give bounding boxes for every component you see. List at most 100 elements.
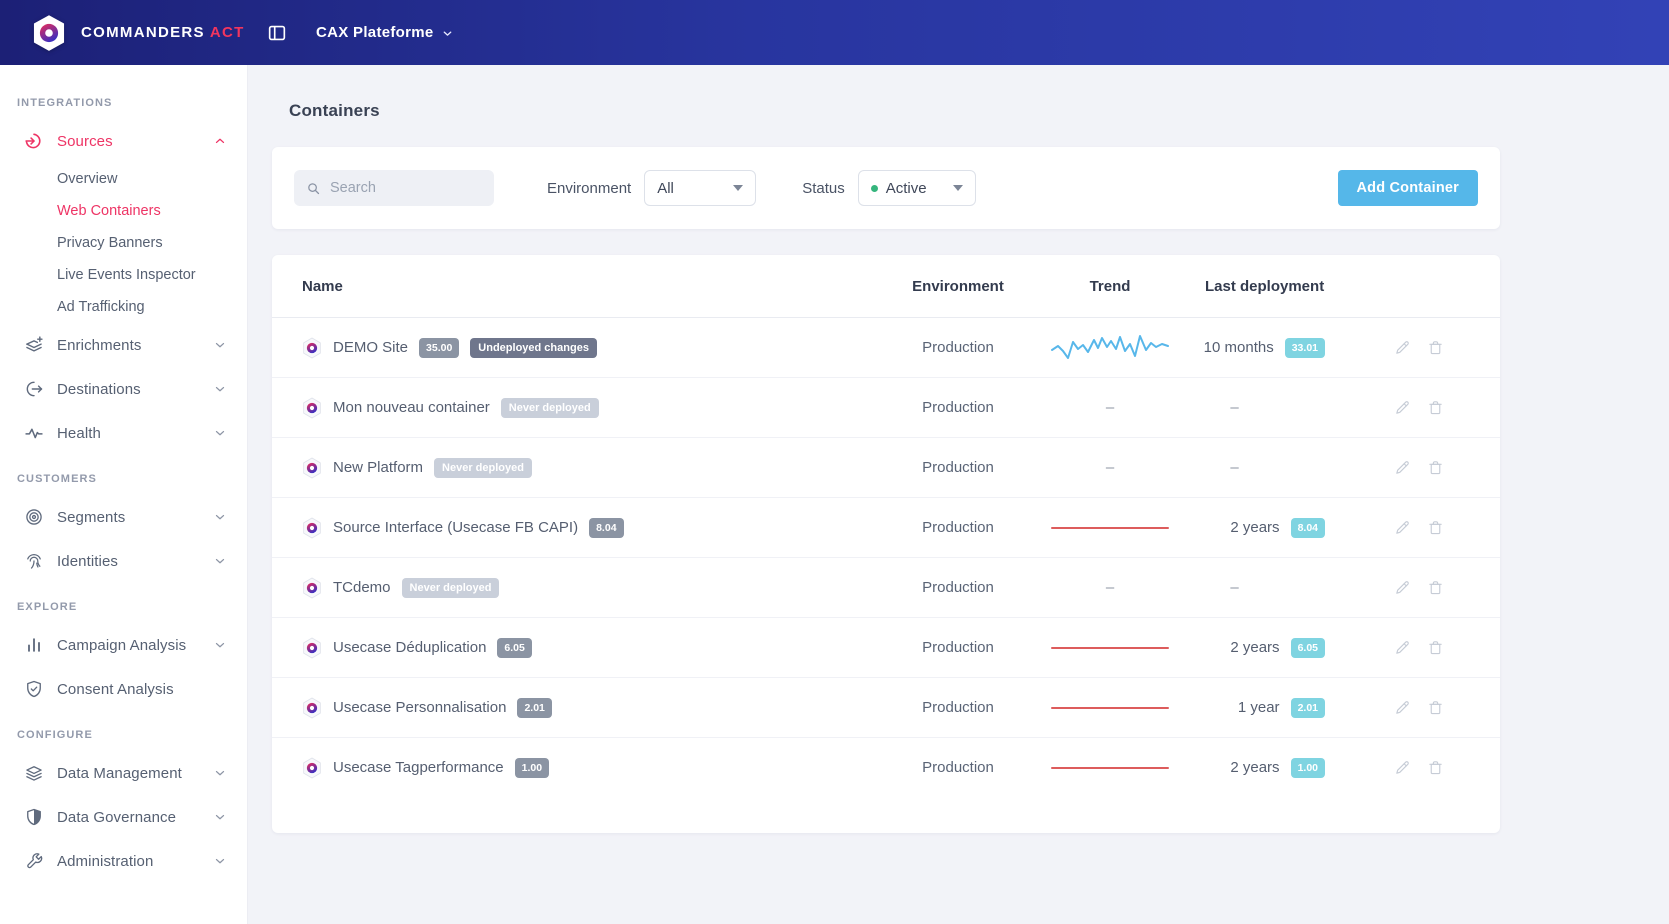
container-name-cell[interactable]: Usecase Déduplication6.05 [302,637,873,659]
last-deployment-age: 2 years [1230,519,1279,536]
search-input[interactable] [330,180,482,196]
sidebar-subitem-overview[interactable]: Overview [0,163,247,195]
sidebar-item-segments[interactable]: Segments [0,495,247,539]
sidebar-item-identities[interactable]: Identities [0,539,247,583]
edit-pencil-icon[interactable] [1394,579,1411,596]
add-container-button[interactable]: Add Container [1338,170,1479,206]
container-name-cell[interactable]: Source Interface (Usecase FB CAPI)8.04 [302,517,873,539]
sidebar-subitem-privacy-banners[interactable]: Privacy Banners [0,227,247,259]
table-header: Name Environment Trend Last deployment [272,255,1500,317]
sidebar-item-data-governance[interactable]: Data Governance [0,795,247,839]
workspace-selector[interactable]: CAX Plateforme [316,24,454,41]
row-actions [1332,579,1470,596]
sidebar-item-administration[interactable]: Administration [0,839,247,883]
chevron-down-icon [213,554,227,568]
empty-dash: – [1230,579,1238,596]
edit-pencil-icon[interactable] [1394,759,1411,776]
environment-cell: Production [873,759,1043,776]
sidebar-item-data-management[interactable]: Data Management [0,751,247,795]
page-title: Containers [289,101,1669,121]
container-name: DEMO Site [333,339,408,356]
sidebar-toggle-icon[interactable] [266,22,288,44]
last-deployment-cell: – [1177,399,1332,416]
container-hexagon-icon [302,337,322,359]
edit-pencil-icon[interactable] [1394,519,1411,536]
table-row: New PlatformNever deployedProduction–– [272,437,1500,497]
delete-trash-icon[interactable] [1427,399,1444,416]
sidebar-item-health[interactable]: Health [0,411,247,455]
row-actions [1332,759,1470,776]
container-name-cell[interactable]: Usecase Personnalisation2.01 [302,697,873,719]
container-name-cell[interactable]: DEMO Site35.00Undeployed changes [302,337,873,359]
environment-cell: Production [873,399,1043,416]
sidebar-item-enrichments[interactable]: Enrichments [0,323,247,367]
edit-pencil-icon[interactable] [1394,639,1411,656]
table-body: DEMO Site35.00Undeployed changes Producti… [272,317,1500,797]
commanders-act-logo-icon [30,14,68,52]
deployed-version-badge: 33.01 [1285,338,1325,358]
container-name-cell[interactable]: New PlatformNever deployed [302,457,873,479]
edit-pencil-icon[interactable] [1394,699,1411,716]
search-icon [306,181,321,196]
sidebar-section-label: INTEGRATIONS [0,79,247,119]
status-select[interactable]: Active [858,170,976,206]
delete-trash-icon[interactable] [1427,579,1444,596]
last-deployment-cell: 1 year2.01 [1177,698,1332,718]
sidebar-item-campaign-analysis[interactable]: Campaign Analysis [0,623,247,667]
trend-empty: – [1043,399,1177,416]
table-row: Mon nouveau containerNever deployedProdu… [272,377,1500,437]
chevron-down-icon [213,426,227,440]
empty-dash: – [1106,579,1114,596]
delete-trash-icon[interactable] [1427,699,1444,716]
sidebar-item-consent-analysis[interactable]: Consent Analysis [0,667,247,711]
select-arrow-icon [953,185,963,191]
table-row: Usecase Tagperformance1.00Production 2 ye… [272,737,1500,797]
trend-empty: – [1043,579,1177,596]
environment-cell: Production [873,699,1043,716]
delete-trash-icon[interactable] [1427,759,1444,776]
top-header: COMMANDERSACT CAX Plateforme [0,0,1669,65]
delete-trash-icon[interactable] [1427,339,1444,356]
table-row: DEMO Site35.00Undeployed changesProducti… [272,317,1500,377]
last-deployment-age: 1 year [1238,699,1280,716]
environment-cell: Production [873,579,1043,596]
delete-trash-icon[interactable] [1427,519,1444,536]
sidebar-subitem-live-events-inspector[interactable]: Live Events Inspector [0,259,247,291]
container-hexagon-icon [302,457,322,479]
sidebar: INTEGRATIONSSourcesOverviewWeb Container… [0,65,248,924]
deployment-status-badge: Never deployed [501,398,599,418]
container-name: Source Interface (Usecase FB CAPI) [333,519,578,536]
container-name-cell[interactable]: Usecase Tagperformance1.00 [302,757,873,779]
edit-pencil-icon[interactable] [1394,399,1411,416]
sidebar-item-label: Data Management [57,765,213,782]
last-deployment-cell: 2 years1.00 [1177,758,1332,778]
search-box[interactable] [294,170,494,206]
filter-bar: Environment All Status Active Add Contai… [272,147,1500,229]
row-actions [1332,639,1470,656]
column-header-name: Name [302,278,873,295]
sidebar-subitem-ad-trafficking[interactable]: Ad Trafficking [0,291,247,323]
delete-trash-icon[interactable] [1427,639,1444,656]
table-row: Source Interface (Usecase FB CAPI)8.04Pr… [272,497,1500,557]
deployed-version-badge: 1.00 [1291,758,1325,778]
container-name-cell[interactable]: TCdemoNever deployed [302,577,873,599]
container-name-cell[interactable]: Mon nouveau containerNever deployed [302,397,873,419]
chevron-down-icon [213,338,227,352]
select-arrow-icon [733,185,743,191]
delete-trash-icon[interactable] [1427,459,1444,476]
environment-select[interactable]: All [644,170,756,206]
sidebar-item-sources[interactable]: Sources [0,119,247,163]
sidebar-item-destinations[interactable]: Destinations [0,367,247,411]
last-deployment-cell: – [1177,579,1332,596]
status-label: Status [802,180,845,197]
container-hexagon-icon [302,517,322,539]
last-deployment-age: 2 years [1230,639,1279,656]
chevron-down-icon [213,382,227,396]
fingerprint-icon [24,551,44,571]
container-name: Usecase Personnalisation [333,699,506,716]
empty-dash: – [1106,459,1114,476]
edit-pencil-icon[interactable] [1394,459,1411,476]
destination-logout-icon [24,379,44,399]
sidebar-subitem-web-containers[interactable]: Web Containers [0,195,247,227]
edit-pencil-icon[interactable] [1394,339,1411,356]
